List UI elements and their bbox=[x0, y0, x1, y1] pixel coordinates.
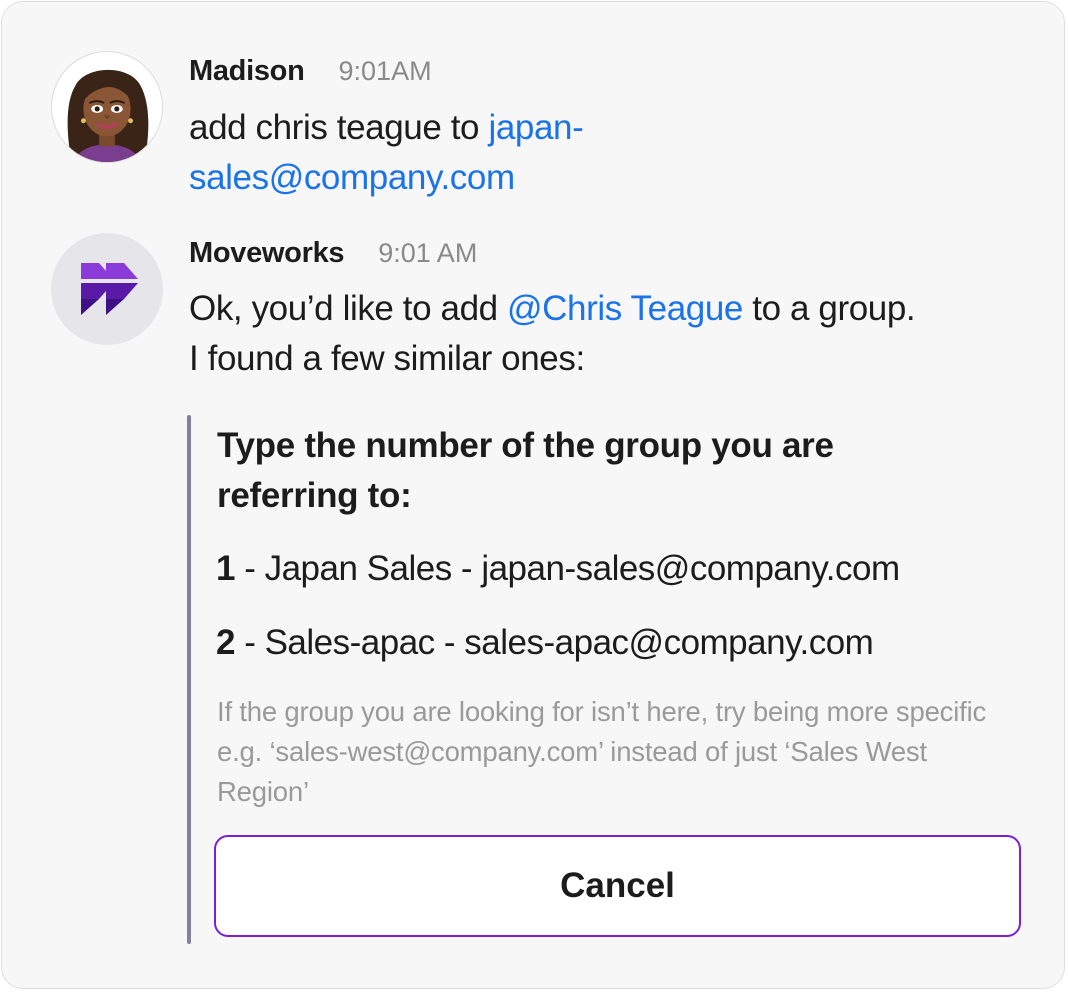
moveworks-avatar[interactable] bbox=[51, 233, 163, 345]
group-option-2: 2 - Sales-apac - sales-apac@company.com bbox=[216, 621, 874, 665]
attachment-bar bbox=[187, 415, 191, 944]
madison-message-text: add chris teague to japan- sales@company… bbox=[189, 103, 709, 203]
message-timestamp[interactable]: 9:01AM bbox=[339, 56, 432, 87]
madison-avatar[interactable] bbox=[51, 51, 163, 163]
chat-card: Madison 9:01AM add chris teague to japan… bbox=[1, 1, 1065, 989]
cancel-button[interactable]: Cancel bbox=[214, 835, 1021, 937]
group-selection-attachment: Type the number of the group you are ref… bbox=[187, 415, 1027, 944]
moveworks-logo-icon bbox=[81, 263, 138, 315]
bitmoji-avatar-icon bbox=[67, 69, 149, 162]
madison-message-header: Madison 9:01AM bbox=[189, 55, 432, 88]
message-text: add chris teague to bbox=[189, 108, 489, 147]
option-number: 2 bbox=[216, 623, 235, 662]
hint-text: If the group you are looking for isn’t h… bbox=[217, 696, 987, 807]
option-text: - Japan Sales - japan-sales@company.com bbox=[234, 549, 900, 588]
option-text: - Sales-apac - sales-apac@company.com bbox=[234, 623, 874, 662]
option-number: 1 bbox=[216, 549, 235, 588]
moveworks-message-header: Moveworks 9:01 AM bbox=[189, 237, 477, 270]
sender-name[interactable]: Moveworks bbox=[189, 237, 345, 270]
user-mention-link[interactable]: @Chris Teague bbox=[507, 289, 743, 328]
sender-name[interactable]: Madison bbox=[189, 55, 305, 88]
group-option-1: 1 - Japan Sales - japan-sales@company.co… bbox=[216, 547, 900, 591]
message-timestamp[interactable]: 9:01 AM bbox=[378, 238, 477, 269]
moveworks-message-text: Ok, you’d like to add @Chris Teague to a… bbox=[189, 284, 1049, 384]
message-text: Ok, you’d like to add bbox=[189, 289, 508, 328]
attachment-title: Type the number of the group you are ref… bbox=[217, 426, 834, 515]
